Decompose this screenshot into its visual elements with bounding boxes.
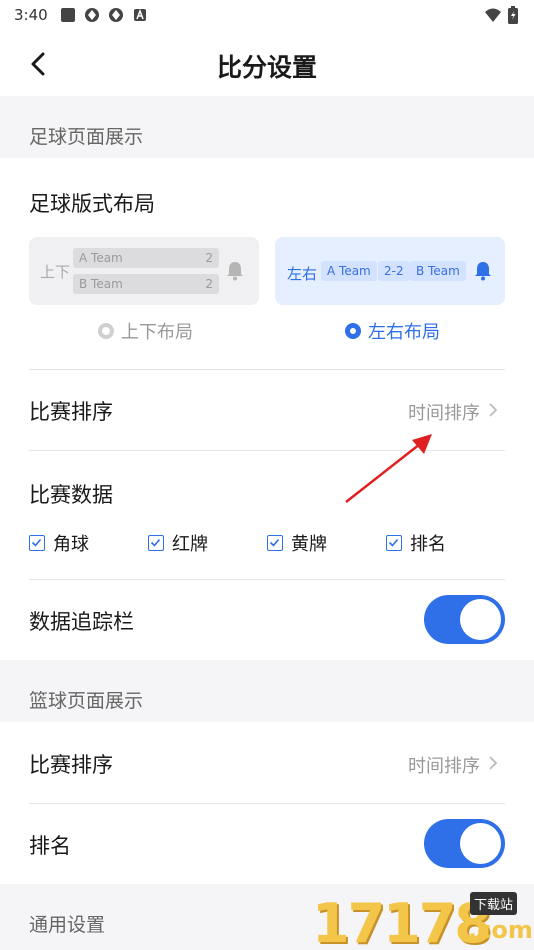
page-title: 比分设置 [216,53,317,82]
checkbox-checked-icon [29,535,45,551]
layout-option-vertical-label: 上下布局 [121,322,193,343]
checkbox-checked-icon [386,535,402,551]
checkbox-corner-label: 角球 [53,534,89,555]
toggle-knob [460,823,501,864]
chevron-right-icon [489,403,498,417]
checkbox-ranking[interactable]: 排名 [386,530,446,556]
football-sort-row[interactable]: 比赛排序 时间排序 [0,370,534,450]
checkbox-yellow-card[interactable]: 黄牌 [267,530,327,556]
vertical-team-a-name: A Team [79,251,123,265]
app-notification-icon [84,8,99,22]
vertical-team-b-score: 2 [205,277,213,291]
watermark-badge: 下载站 [470,892,518,915]
app-notification-icon-2 [108,8,123,22]
football-tracker-title: 数据追踪栏 [29,610,134,634]
bell-icon-blue [475,262,491,281]
vertical-team-b-name: B Team [79,277,123,291]
football-sort-value: 时间排序 [408,403,480,424]
basketball-sort-title: 比赛排序 [29,753,113,777]
basketball-sort-row[interactable]: 比赛排序 时间排序 [0,722,534,802]
chevron-right-icon [489,756,498,770]
football-tracker-row: 数据追踪栏 [0,580,534,660]
horizontal-preview-label: 左右 [287,265,318,283]
vertical-team-a: A Team 2 [73,248,219,268]
wifi-icon [485,8,501,22]
basketball-rank-row: 排名 [0,804,534,884]
radio-unselected-icon [98,323,114,339]
section-header-football: 足球页面展示 [0,96,534,158]
a-badge-icon [133,8,146,21]
checkbox-red-card-label: 红牌 [172,534,208,555]
basketball-rank-toggle[interactable] [424,819,505,868]
layout-option-horizontal-label: 左右布局 [368,322,440,343]
horizontal-team-a: A Team [321,261,377,281]
checkbox-red-card[interactable]: 红牌 [148,530,208,556]
football-layout-title: 足球版式布局 [29,192,155,216]
annotation-arrow-icon [345,434,432,503]
status-time: 3:40 [14,6,48,24]
football-sort-title: 比赛排序 [29,400,113,424]
layout-option-vertical[interactable]: 上下布局 [98,318,193,344]
notification-square-icon [60,8,75,22]
football-data-title: 比赛数据 [29,483,113,507]
toggle-knob [460,599,501,640]
layout-option-horizontal[interactable]: 左右布局 [345,318,440,344]
vertical-preview-label: 上下 [40,263,71,281]
section-header-basketball: 篮球页面展示 [0,660,534,722]
status-right-icons [484,6,518,24]
radio-selected-icon [345,323,361,339]
checkbox-checked-icon [267,535,283,551]
basketball-rank-title: 排名 [29,834,71,858]
football-tracker-toggle[interactable] [424,595,505,644]
checkbox-corner[interactable]: 角球 [29,530,89,556]
status-bar: 3:40 [0,0,534,30]
basketball-sort-value: 时间排序 [408,756,480,777]
checkbox-yellow-card-label: 黄牌 [291,534,327,555]
watermark-logo: 17178 下载站 .com [312,888,534,950]
battery-icon [508,6,518,24]
horizontal-team-b: B Team [410,261,466,281]
horizontal-score: 2-2 [378,261,410,281]
layout-preview-horizontal[interactable]: 左右 A Team 2-2 B Team [275,237,505,305]
bell-icon-gray [227,262,243,281]
layout-preview-vertical[interactable]: 上下 A Team 2 B Team 2 [29,237,259,305]
vertical-team-a-score: 2 [205,251,213,265]
nav-bar: 比分设置 [0,30,534,96]
watermark-suffix: .com [468,916,533,944]
vertical-team-b: B Team 2 [73,274,219,294]
watermark-number: 17178 [312,892,492,950]
checkbox-checked-icon [148,535,164,551]
checkbox-ranking-label: 排名 [410,534,446,555]
